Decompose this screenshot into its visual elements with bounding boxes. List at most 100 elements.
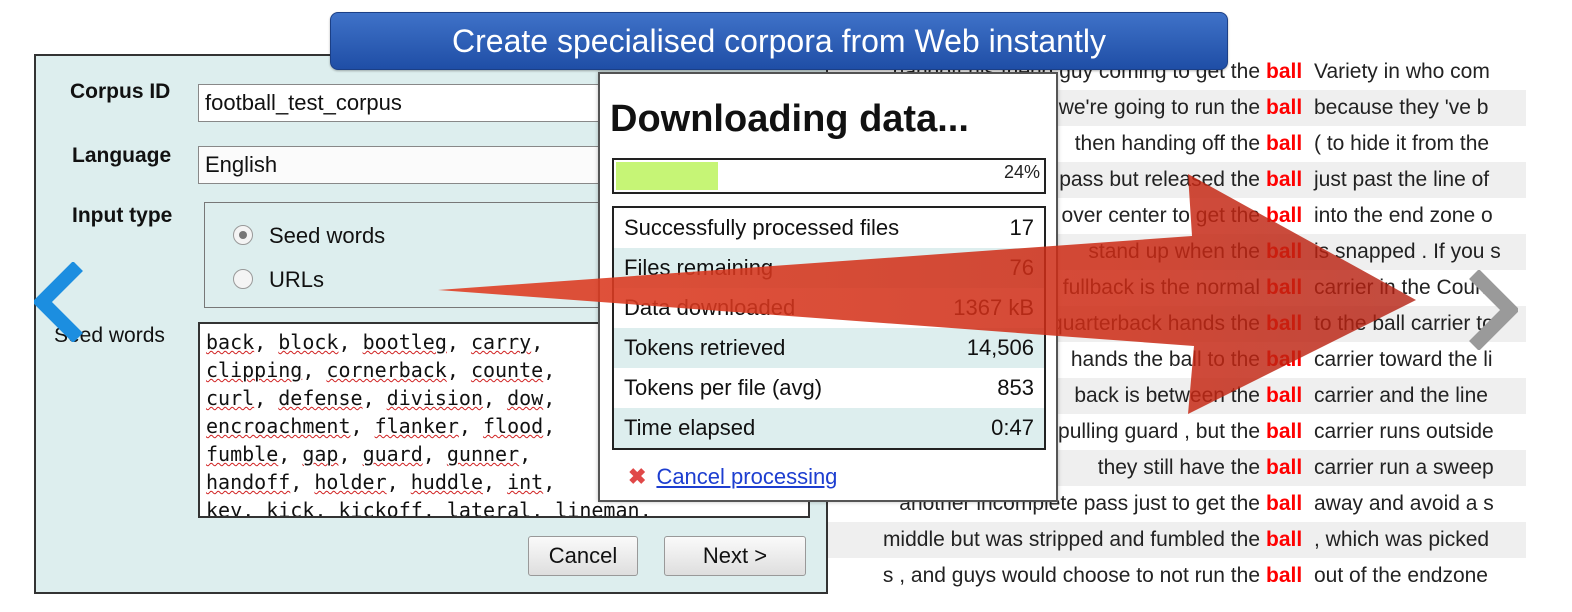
stat-value: 0:47 [991,415,1034,440]
input-type-label: Input type [72,204,173,227]
progress-percent: 24% [1003,162,1040,182]
node-word: ball [1266,132,1303,155]
seed-word: cornerback [326,358,447,382]
right-context: because they 've b [1314,96,1489,119]
right-context: carrier and the line [1314,384,1488,407]
seed-word: fumble [206,442,279,466]
node-word: ball [1266,240,1303,263]
stat-value: 14,506 [966,335,1034,360]
close-icon: ✖ [628,464,647,489]
seed-word: handoff [206,470,291,494]
node-word: ball [1266,492,1303,515]
next-button[interactable]: Next > [664,536,806,576]
seed-word: huddle [410,470,483,494]
seed-word: kickoff [338,498,423,518]
seed-word: guard [362,442,423,466]
left-context: pulling guard , but the [1058,420,1260,443]
node-word: ball [1266,204,1303,227]
chevron-left-icon[interactable] [34,262,84,342]
chevron-right-icon[interactable] [1468,270,1518,350]
stat-value: 76 [1009,255,1034,280]
node-word: ball [1266,528,1303,551]
seed-word: gap [302,442,339,466]
right-context: carrier run a sweep [1314,456,1494,479]
left-context: pass but released the [1059,168,1260,191]
cancel-processing-link[interactable]: ✖ Cancel processing [628,464,837,490]
node-word: ball [1266,168,1303,191]
stat-label: Successfully processed files [624,215,900,240]
right-context: carrier runs outside [1314,420,1494,443]
right-context: ( to hide it from the [1314,132,1490,155]
seed-word: block [278,330,339,354]
radio-checked-icon [233,225,253,246]
right-context: away and avoid a s [1314,492,1494,515]
right-context: just past the line of [1314,168,1490,191]
seed-word: flood [482,414,544,438]
stat-label: Files remaining [624,255,774,280]
node-word: ball [1266,348,1303,371]
seed-word: defense [278,386,363,410]
left-context: s , and guys would choose to not run the [882,564,1260,587]
stats-table: Successfully processed files 17 Files rema… [612,206,1046,450]
corpus-id-label: Corpus ID [70,80,171,103]
node-word: ball [1266,96,1303,119]
progress-fill [616,162,719,190]
node-word: ball [1266,384,1303,407]
stat-row: Time elapsed 0:47 [614,408,1044,448]
urls-radio[interactable]: URLs [233,267,324,293]
radio-unchecked-icon [233,269,253,290]
title-banner: Create specialised corpora from Web inst… [330,12,1228,70]
left-context: quarterback hands the [1051,312,1260,335]
stat-row: Data downloaded 1367 kB [614,288,1044,328]
language-select[interactable]: English [198,146,638,184]
right-context: into the end zone o [1314,204,1493,227]
node-word: ball [1266,564,1303,587]
node-word: ball [1266,60,1303,83]
seed-word: gunner [446,442,520,466]
left-context: then handing off the [1074,132,1260,155]
seed-word: division [386,386,483,410]
stat-row: Tokens retrieved 14,506 [614,328,1044,368]
seed-word: clipping [206,358,303,382]
left-context: over center to get the [1061,204,1260,227]
seed-word: curl [206,386,255,410]
seed-words-radio[interactable]: Seed words [233,223,385,249]
right-context: carrier toward the li [1314,348,1493,371]
urls-option-label: URLs [269,267,325,292]
language-label: Language [72,144,172,167]
concordance-row: middle but was stripped and fumbled the b… [822,522,1526,558]
stat-label: Time elapsed [624,415,756,440]
left-context: they still have the [1097,456,1260,479]
seed-word: kick [266,498,315,518]
progress-bar: 24% [612,158,1046,194]
seed-word: carry [470,330,532,354]
seed-word: key [206,498,243,518]
left-context: fullback is the normal [1062,276,1260,299]
right-context: out of the endzone [1314,564,1488,587]
stat-row: Tokens per file (avg) 853 [614,368,1044,408]
node-word: ball [1266,276,1303,299]
seed-word: dow [507,386,544,410]
cancel-processing-label[interactable]: Cancel processing [656,464,837,489]
seed-word: lateral [446,498,532,518]
stat-row: Files remaining 76 [614,248,1044,288]
corpus-id-field[interactable]: football_test_corpus [198,84,638,122]
left-context: hands the ball to the [1070,348,1260,371]
stat-label: Tokens retrieved [624,335,786,360]
node-word: ball [1266,420,1303,443]
right-context: , which was picked [1314,528,1490,551]
stat-label: Data downloaded [624,295,796,320]
node-word: ball [1266,456,1303,479]
seed-word: int [507,470,544,494]
left-context: stand up when the [1088,240,1260,263]
right-context: to the ball carrier to [1314,312,1494,335]
seed-words-option-label: Seed words [269,223,386,248]
seed-word: encroachment [206,414,351,438]
stat-value: 1367 kB [953,295,1034,320]
right-context: Variety in who com [1314,60,1490,83]
seed-word: counte [470,358,544,382]
stat-value: 853 [997,375,1034,400]
seed-word: bootleg [362,330,447,354]
stat-value: 17 [1009,215,1034,240]
cancel-button[interactable]: Cancel [528,536,638,576]
